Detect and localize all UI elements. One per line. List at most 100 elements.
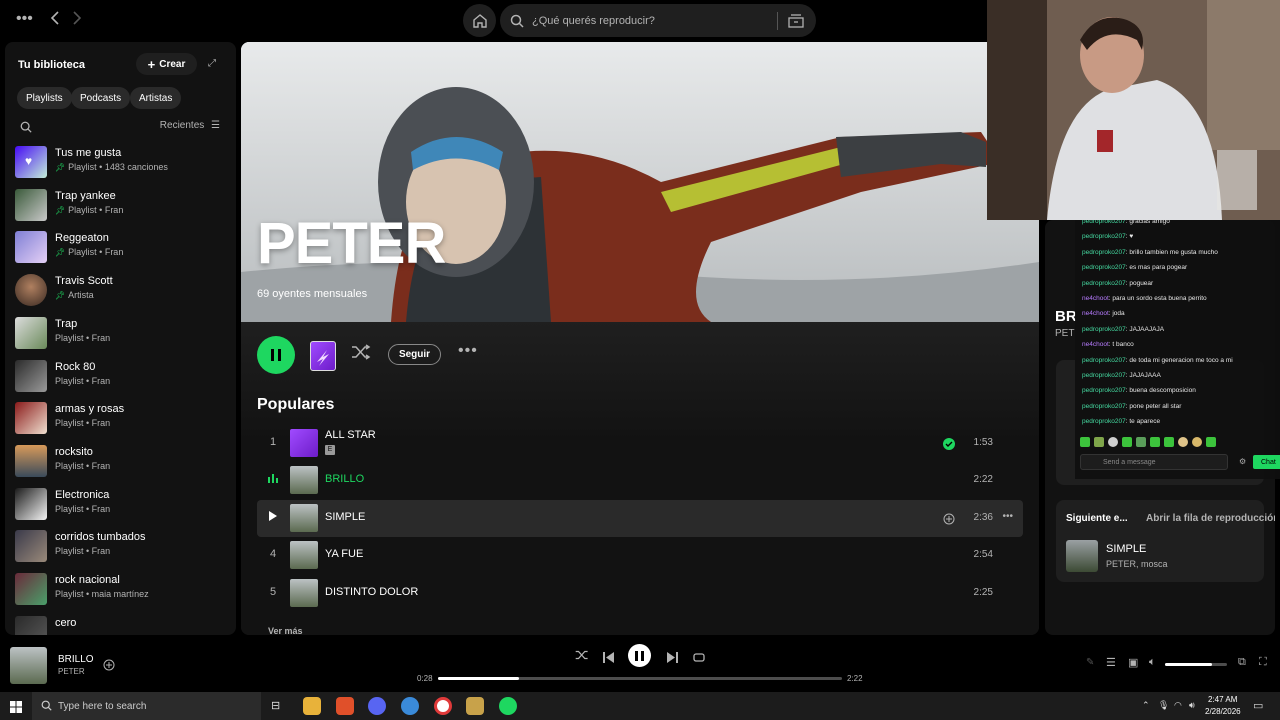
emote-icon[interactable] xyxy=(1164,437,1174,447)
volume-icon[interactable]: 🔈︎ xyxy=(1149,656,1156,669)
play-pause-button[interactable] xyxy=(628,644,651,667)
library-item[interactable]: Trap Playlist • Fran xyxy=(15,315,230,355)
library-item[interactable]: rocksito Playlist • Fran xyxy=(15,443,230,483)
network-icon[interactable]: ◠ xyxy=(1174,700,1182,711)
home-button[interactable] xyxy=(463,4,496,37)
menu-dots-icon[interactable]: ••• xyxy=(16,10,33,28)
next-track-thumbnail[interactable] xyxy=(1066,540,1098,572)
emote-icon[interactable] xyxy=(1136,437,1146,447)
library-item[interactable]: Electronica Playlist • Fran xyxy=(15,486,230,526)
library-item[interactable]: Reggeaton 📌︎ Playlist • Fran xyxy=(15,229,230,269)
track-title[interactable]: SIMPLE xyxy=(325,511,365,523)
shuffle-control-icon[interactable] xyxy=(575,649,589,664)
filter-playlists[interactable]: Playlists xyxy=(17,87,72,109)
emote-icon[interactable] xyxy=(1108,437,1118,447)
search-input[interactable]: ¿Qué querés reproducir? xyxy=(500,4,816,37)
queue-icon[interactable]: ☰ xyxy=(1106,656,1116,669)
track-more-icon[interactable]: ••• xyxy=(1002,511,1013,522)
track-row[interactable]: 1 ALL STAR E 1:53 xyxy=(257,425,1023,462)
chat-username[interactable]: ne4choot xyxy=(1082,295,1109,302)
track-title[interactable]: DISTINTO DOLOR xyxy=(325,586,418,598)
discord-icon[interactable] xyxy=(368,697,386,715)
track-title[interactable]: YA FUE xyxy=(325,548,363,560)
library-item[interactable]: corridos tumbados Playlist • Fran xyxy=(15,528,230,568)
previous-track-icon[interactable] xyxy=(603,650,614,668)
chat-username[interactable]: pedroproko207 xyxy=(1082,403,1126,410)
add-to-library-icon[interactable] xyxy=(103,658,115,676)
chat-username[interactable]: pedroproko207 xyxy=(1082,418,1126,425)
library-item[interactable]: Travis Scott 📌︎ Artista xyxy=(15,272,230,312)
task-view-icon[interactable]: ⊟ xyxy=(271,699,280,712)
league-icon[interactable] xyxy=(466,697,484,715)
saved-check-icon[interactable] xyxy=(943,437,955,455)
forward-arrow-icon[interactable] xyxy=(72,11,82,30)
chat-username[interactable]: pedroproko207 xyxy=(1082,326,1126,333)
emote-icon[interactable] xyxy=(1122,437,1132,447)
see-more-link[interactable]: Ver más xyxy=(268,626,303,635)
emote-icon[interactable] xyxy=(1150,437,1160,447)
microphone-icon[interactable]: 🎙︎ xyxy=(1158,700,1169,711)
preview-thumbnail[interactable] xyxy=(310,341,336,371)
emote-icon[interactable] xyxy=(1094,437,1104,447)
spotify-icon[interactable] xyxy=(499,697,517,715)
track-title[interactable]: BRILLO xyxy=(325,473,364,485)
chat-username[interactable]: ne4choot xyxy=(1082,341,1109,348)
follow-button[interactable]: Seguir xyxy=(388,344,441,365)
next-track-icon[interactable] xyxy=(667,650,678,668)
lyrics-icon[interactable]: ✎ xyxy=(1086,657,1094,668)
library-search-icon[interactable] xyxy=(20,120,32,138)
track-title[interactable]: ALL STAR xyxy=(325,429,376,441)
app-red-icon[interactable] xyxy=(434,697,452,715)
library-item[interactable]: Trap yankee 📌︎ Playlist • Fran xyxy=(15,187,230,227)
chat-username[interactable]: pedroproko207 xyxy=(1082,249,1126,256)
taskbar-search-input[interactable]: Type here to search xyxy=(32,692,261,720)
chat-username[interactable]: ne4choot xyxy=(1082,310,1109,317)
chat-username[interactable]: pedroproko207 xyxy=(1082,372,1126,379)
emote-icon[interactable] xyxy=(1080,437,1090,447)
library-item[interactable]: rock nacional Playlist • maia martínez xyxy=(15,571,230,611)
filter-artists[interactable]: Artistas xyxy=(130,87,182,109)
settings-gear-icon[interactable]: ⚙ xyxy=(1239,457,1246,466)
track-row[interactable]: 5 DISTINTO DOLOR 2:25 xyxy=(257,575,1023,612)
back-arrow-icon[interactable] xyxy=(50,11,60,30)
chat-username[interactable]: pedroproko207 xyxy=(1082,280,1126,287)
emote-icon[interactable] xyxy=(1178,437,1188,447)
mini-player-icon[interactable]: ⧉ xyxy=(1238,656,1246,669)
notifications-icon[interactable]: ▭ xyxy=(1253,699,1263,712)
brave-browser-icon[interactable] xyxy=(336,697,354,715)
clock-date[interactable]: 2/28/2026 xyxy=(1205,707,1241,716)
chat-send-button[interactable]: Chat xyxy=(1253,455,1280,469)
chat-message-input[interactable]: Send a message xyxy=(1080,454,1228,470)
library-item[interactable]: armas y rosas Playlist • Fran xyxy=(15,400,230,440)
now-playing-track[interactable]: BRILLO xyxy=(58,654,94,665)
now-playing-artist-name[interactable]: PETER xyxy=(58,667,85,676)
progress-bar[interactable] xyxy=(438,677,842,680)
expand-icon[interactable]: ⤢ xyxy=(208,58,216,69)
volume-slider[interactable] xyxy=(1165,663,1227,666)
next-track-artist[interactable]: PETER, mosca xyxy=(1106,559,1168,569)
library-item[interactable]: cero xyxy=(15,614,230,635)
chat-username[interactable]: pedroproko207 xyxy=(1082,357,1126,364)
windows-start-icon[interactable] xyxy=(10,700,22,718)
more-options-icon[interactable]: ••• xyxy=(458,342,478,360)
clock-time[interactable]: 2:47 AM xyxy=(1208,695,1237,704)
browse-icon[interactable] xyxy=(788,13,804,28)
fullscreen-icon[interactable]: ⛶ xyxy=(1259,656,1267,669)
shuffle-button[interactable] xyxy=(351,344,371,365)
create-button[interactable]: + Crear xyxy=(136,53,197,75)
track-row[interactable]: SIMPLE ••• 2:36 xyxy=(257,499,1023,537)
library-title[interactable]: Tu biblioteca xyxy=(18,59,85,71)
emote-icon[interactable] xyxy=(1192,437,1202,447)
track-row[interactable]: BRILLO 2:22 xyxy=(257,462,1023,499)
chat-username[interactable]: pedroproko207 xyxy=(1082,387,1126,394)
now-playing-thumbnail[interactable] xyxy=(10,647,47,684)
pause-button[interactable] xyxy=(257,336,295,374)
track-row[interactable]: 4 YA FUE 2:54 xyxy=(257,537,1023,574)
tray-chevron-icon[interactable]: ⌃ xyxy=(1142,700,1150,711)
library-item[interactable]: ♥ Tus me gusta 📌︎ Playlist • 1483 canciones xyxy=(15,144,230,184)
sort-dropdown[interactable]: Recientes ☰ xyxy=(160,120,220,131)
connect-device-icon[interactable]: ▣ xyxy=(1128,656,1138,669)
filter-podcasts[interactable]: Podcasts xyxy=(71,87,131,109)
chat-username[interactable]: pedroproko207 xyxy=(1082,233,1126,240)
next-track-title[interactable]: SIMPLE xyxy=(1106,543,1146,555)
